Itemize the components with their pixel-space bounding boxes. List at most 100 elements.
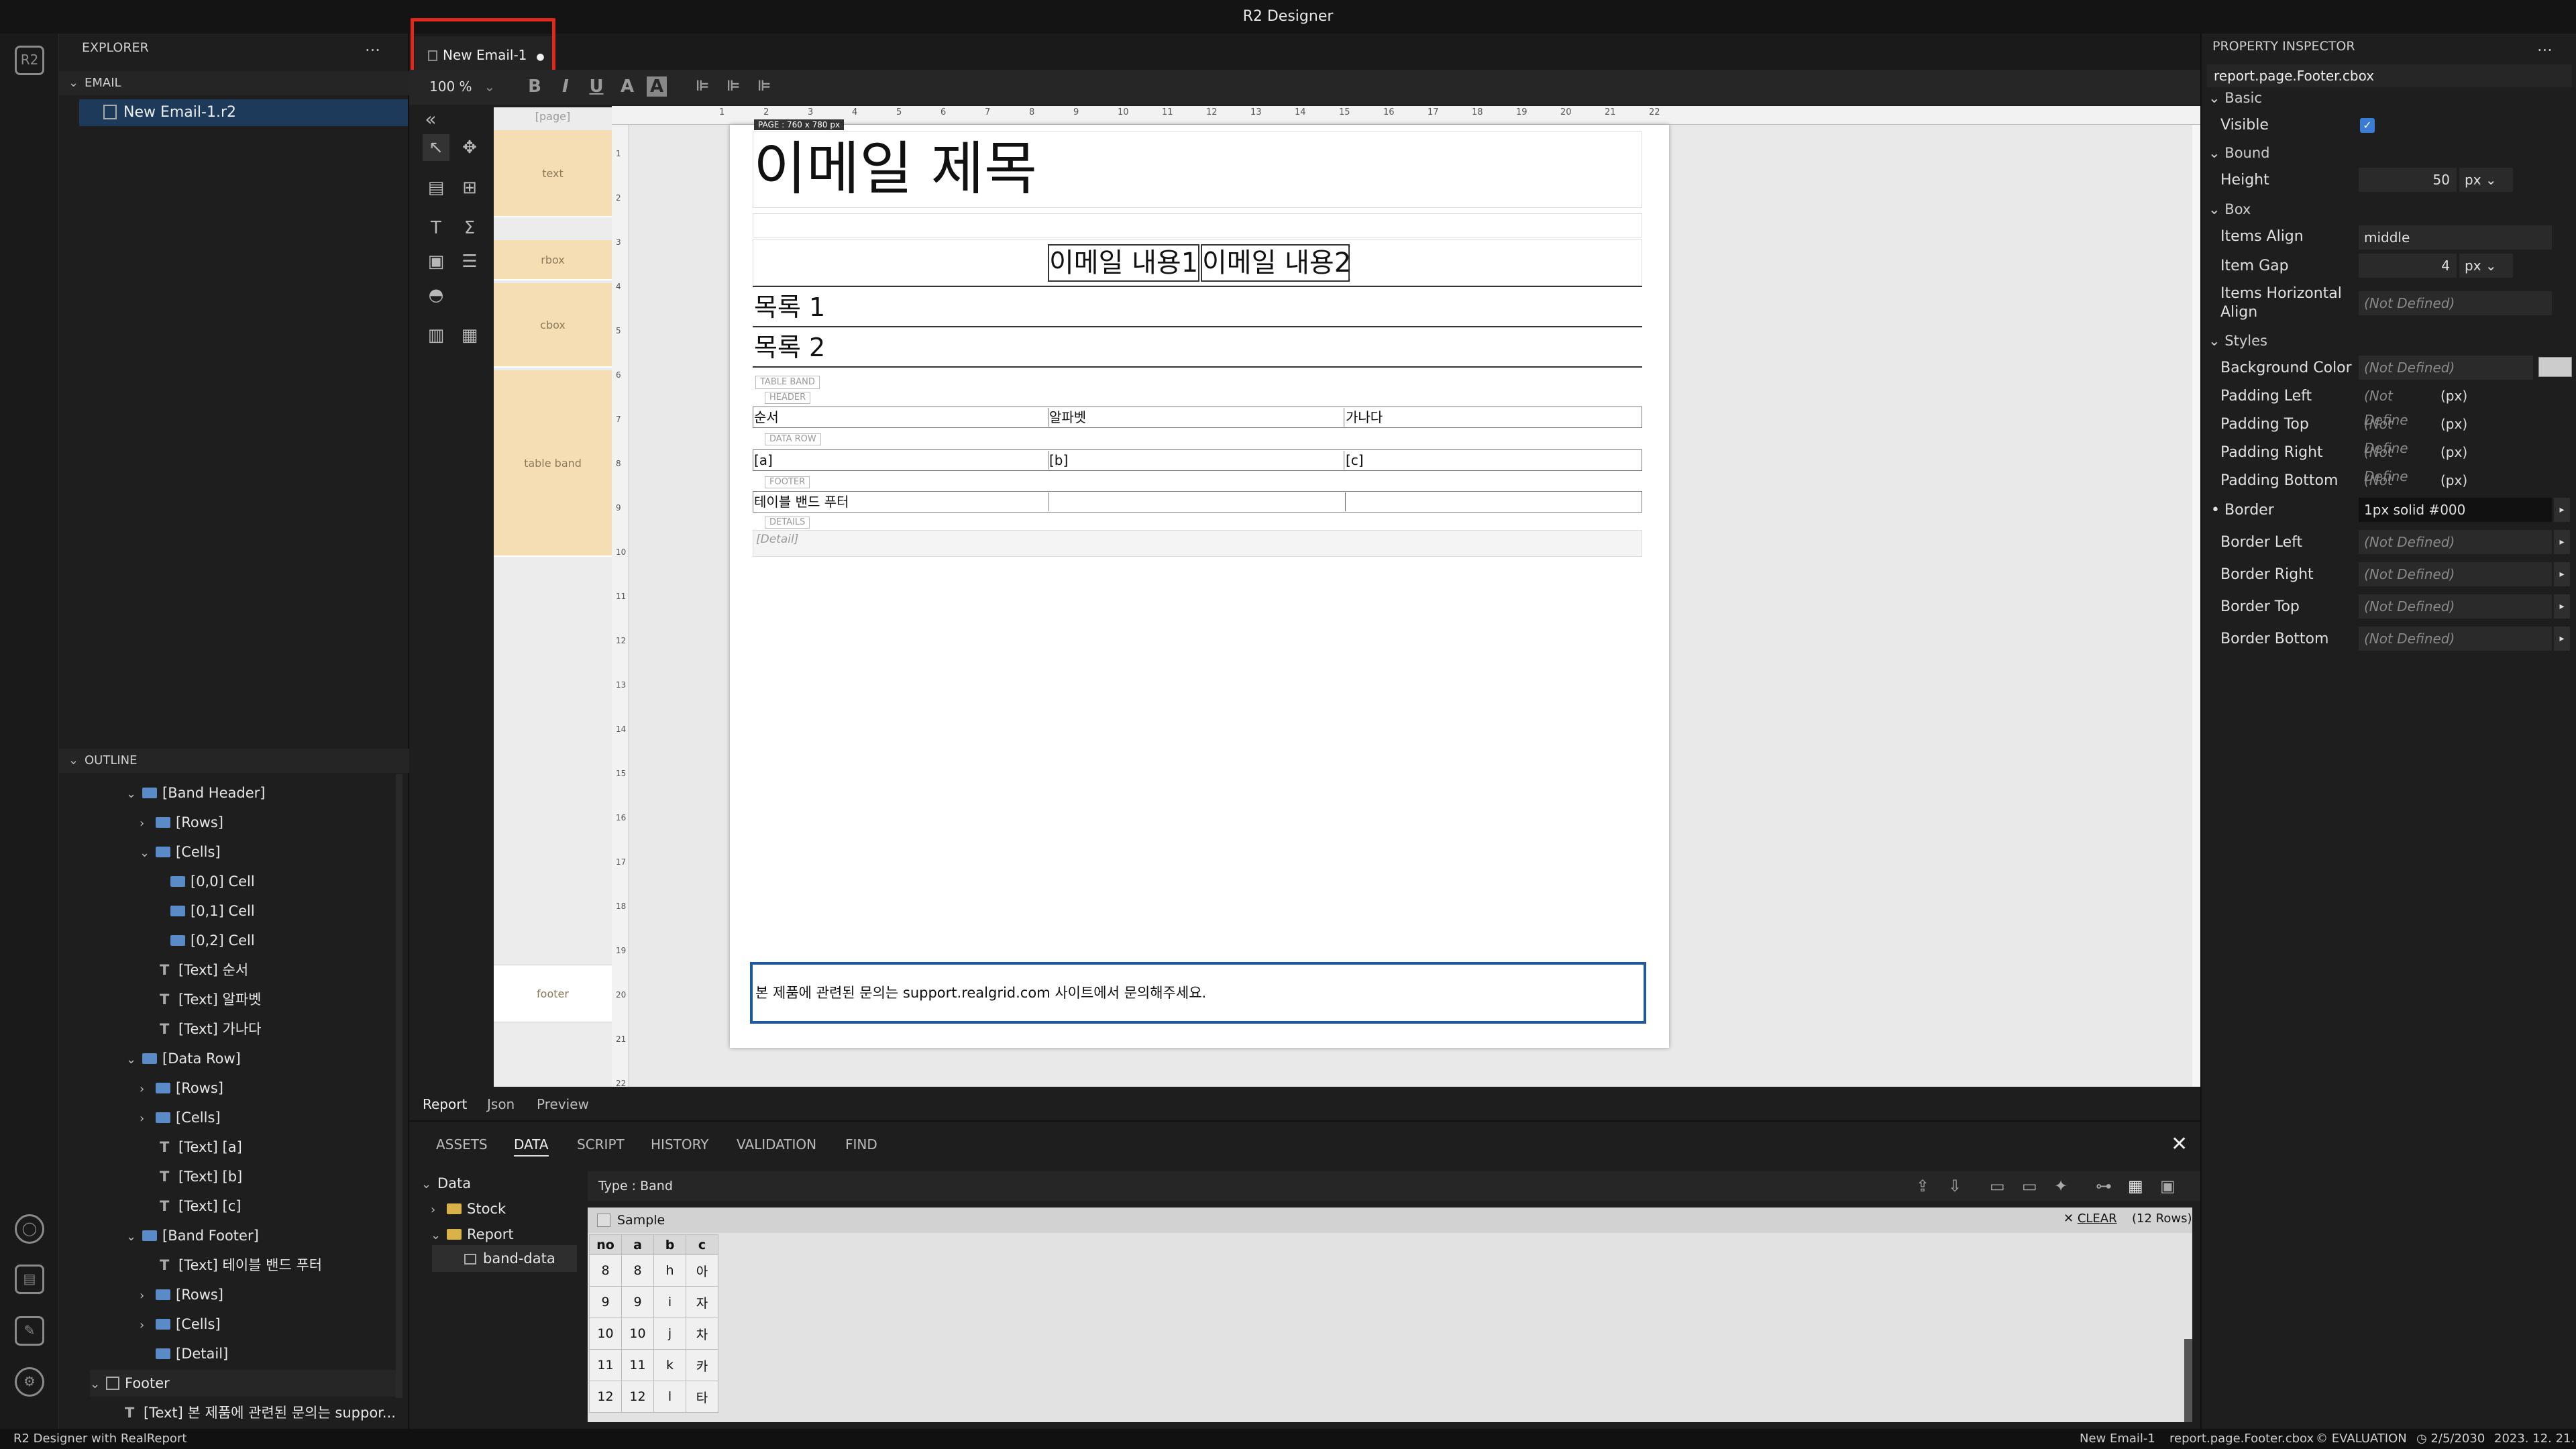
table-cell[interactable]: 자	[686, 1286, 718, 1318]
page-footer-text[interactable]: 본 제품에 관련된 문의는 support.realgrid.com 사이트에서…	[755, 982, 1206, 1004]
barcode-tool-icon[interactable]: ▥	[423, 322, 449, 349]
tab-script[interactable]: SCRIPT	[577, 1136, 625, 1152]
table-cell[interactable]: j	[653, 1318, 686, 1350]
items-h-align-select[interactable]: (Not Defined)	[2359, 291, 2552, 315]
add-row-icon[interactable]: ▭	[1990, 1177, 2005, 1195]
sample-checkbox[interactable]	[597, 1214, 610, 1227]
outline-item[interactable]: T [Text] 가나다	[160, 1016, 262, 1042]
tab-assets[interactable]: ASSETS	[436, 1136, 488, 1152]
bg-color-value[interactable]: (Not Defined)	[2359, 356, 2533, 380]
border-right-expand-button[interactable]: ▸	[2554, 562, 2570, 586]
border-expand-button[interactable]: ▸	[2554, 498, 2570, 522]
outline-item[interactable]: T [Text] [c]	[160, 1193, 241, 1220]
view-tab-preview[interactable]: Preview	[537, 1096, 589, 1112]
band-tool-icon[interactable]: ▤	[423, 174, 449, 201]
outline-item[interactable]: [Detail]	[156, 1340, 228, 1367]
outline-item[interactable]: T [Text] 알파벳	[160, 986, 262, 1013]
import-icon[interactable]: ⇪	[1916, 1177, 1929, 1195]
band-cbox[interactable]: cbox	[494, 283, 612, 368]
border-left-input[interactable]: (Not Defined)	[2359, 530, 2552, 554]
inspector-more-button[interactable]: ...	[2537, 36, 2553, 55]
clear-button[interactable]: ✕ CLEAR	[2063, 1212, 2117, 1226]
outline-item[interactable]: T [Text] 본 제품에 관련된 문의는 suppor...	[125, 1399, 396, 1426]
grid-scrollbar[interactable]	[2184, 1339, 2192, 1422]
outline-item[interactable]: [0,0] Cell	[170, 868, 255, 895]
column-header[interactable]: no	[589, 1234, 622, 1255]
table-cell[interactable]: h	[653, 1254, 686, 1287]
header-cell-1[interactable]: 순서	[754, 408, 1049, 427]
email-title-text[interactable]: 이메일 제목	[753, 131, 1642, 208]
table-cell[interactable]: 12	[621, 1381, 654, 1413]
table-cell[interactable]: 8	[621, 1254, 654, 1287]
outline-item[interactable]: ⌄ [Band Header]	[126, 780, 265, 806]
add-column-icon[interactable]: ▭	[2022, 1177, 2037, 1195]
outline-item[interactable]: T [Text] [b]	[160, 1163, 242, 1190]
underline-button[interactable]: U	[585, 75, 608, 98]
band-table[interactable]: table band	[494, 370, 612, 557]
border-input[interactable]: 1px solid #000	[2359, 498, 2552, 522]
container-tool-icon[interactable]: ▦	[456, 322, 483, 349]
padding-right-input[interactable]: (Not Define	[2359, 440, 2432, 484]
border-bottom-expand-button[interactable]: ▸	[2554, 627, 2570, 651]
gear-icon[interactable]: ⚙	[15, 1367, 44, 1397]
explorer-file-item[interactable]: New Email-1.r2	[79, 99, 408, 126]
padding-bottom-input[interactable]: (Not Define	[2359, 468, 2432, 513]
outline-item[interactable]: ⌄ [Cells]	[140, 839, 221, 865]
padding-top-input[interactable]: (Not Define	[2359, 412, 2432, 456]
outline-scrollbar[interactable]	[396, 774, 402, 1398]
package-icon[interactable]: ▤	[15, 1265, 44, 1294]
table-cell[interactable]: 9	[589, 1286, 622, 1318]
table-footer-text[interactable]: 테이블 밴드 푸터	[754, 492, 1049, 511]
column-header[interactable]: c	[686, 1234, 718, 1255]
canvas-scrollbar[interactable]	[2192, 125, 2200, 1087]
table-cell[interactable]: k	[653, 1349, 686, 1381]
outline-item[interactable]: › [Cells]	[140, 1311, 221, 1338]
table-cell[interactable]: 카	[686, 1349, 718, 1381]
list-item-1[interactable]: 목록 1	[754, 288, 825, 326]
outline-item[interactable]: T [Text] 순서	[160, 957, 248, 983]
table-tool-icon[interactable]: ⊞	[456, 174, 483, 201]
tab-history[interactable]: HISTORY	[651, 1136, 708, 1152]
list-item-2[interactable]: 목록 2	[754, 329, 825, 366]
outline-item[interactable]: [0,2] Cell	[170, 927, 255, 954]
text-tool-icon[interactable]: T	[423, 215, 449, 241]
band-text[interactable]: text	[494, 130, 612, 217]
align-left-icon[interactable]: ⊫	[691, 75, 714, 98]
table-cell[interactable]: 아	[686, 1254, 718, 1287]
collapse-icon[interactable]: «	[417, 106, 444, 133]
column-header[interactable]: b	[653, 1234, 686, 1255]
visible-checkbox[interactable]: ✓	[2360, 118, 2375, 133]
tab-validation[interactable]: VALIDATION	[737, 1136, 816, 1152]
email-section-header[interactable]: ⌄ EMAIL	[59, 71, 409, 95]
data-cell-b[interactable]: [b]	[1049, 451, 1344, 470]
data-tree-item-band-data[interactable]: band-data	[432, 1245, 577, 1272]
border-bottom-input[interactable]: (Not Defined)	[2359, 627, 2552, 651]
item-gap-unit-select[interactable]: px ⌄	[2459, 254, 2513, 278]
table-cell[interactable]: 10	[589, 1318, 622, 1350]
user-icon[interactable]: ◯	[15, 1214, 44, 1244]
table-cell[interactable]: i	[653, 1286, 686, 1318]
band-rbox[interactable]: rbox	[494, 240, 612, 280]
outline-item-footer[interactable]: ⌄ Footer	[90, 1370, 396, 1397]
items-align-select[interactable]: middle	[2359, 225, 2552, 250]
outline-item[interactable]: › [Cells]	[140, 1104, 221, 1131]
italic-button[interactable]: I	[554, 75, 577, 98]
image-tool-icon[interactable]: ▣	[423, 248, 449, 275]
outline-item[interactable]: T [Text] [a]	[160, 1134, 242, 1161]
settings-icon[interactable]: ✦	[2054, 1177, 2068, 1195]
outline-item[interactable]: [0,1] Cell	[170, 898, 255, 924]
outline-section-header[interactable]: ⌄ OUTLINE	[59, 749, 409, 773]
align-right-icon[interactable]: ⊫	[753, 75, 775, 98]
export-icon[interactable]: ⇩	[1948, 1177, 1962, 1195]
zoom-select[interactable]: 100 % ⌄	[429, 75, 513, 98]
code-view-icon[interactable]: ▣	[2160, 1177, 2176, 1195]
table-cell[interactable]: 9	[621, 1286, 654, 1318]
view-tab-report[interactable]: Report	[423, 1096, 467, 1112]
band-footer[interactable]: footer	[494, 965, 612, 1022]
detail-area[interactable]: [Detail]	[753, 530, 1642, 557]
tab-find[interactable]: FIND	[845, 1136, 877, 1152]
data-tree-item[interactable]: › Stock	[431, 1195, 506, 1222]
border-left-expand-button[interactable]: ▸	[2554, 530, 2570, 554]
table-cell[interactable]: 타	[686, 1381, 718, 1413]
table-cell[interactable]: 차	[686, 1318, 718, 1350]
